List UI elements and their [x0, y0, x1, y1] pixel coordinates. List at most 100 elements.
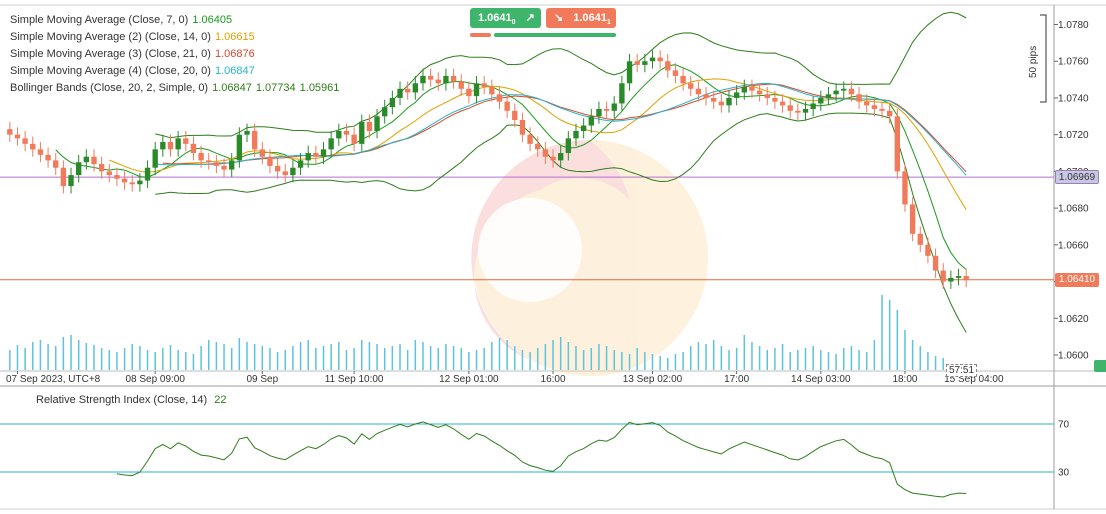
candle-body — [420, 75, 426, 84]
volume-bar — [284, 350, 287, 370]
volume-bar — [820, 350, 822, 370]
candle-body — [787, 105, 793, 111]
volume-bar — [368, 342, 371, 370]
time-tick-label: 08 Sep 09:00 — [125, 374, 185, 385]
volume-bar — [705, 344, 707, 370]
candle-body — [886, 110, 893, 117]
volume-bar — [100, 348, 103, 370]
candle-body — [267, 156, 273, 166]
volume-bar — [483, 348, 485, 370]
candle-body — [481, 83, 487, 87]
candle-body — [137, 180, 143, 185]
time-tick-label: 16:00 — [541, 374, 566, 385]
price-tick-label: 1.0780 — [1058, 20, 1089, 31]
volume-bar — [827, 352, 830, 370]
volume-bar — [559, 337, 562, 370]
candle-body — [274, 165, 281, 172]
volume-bar — [261, 346, 264, 370]
sell-button[interactable]: ↘ 1.06411 — [546, 8, 616, 28]
volume-bar — [422, 342, 424, 370]
candle-body — [565, 138, 572, 154]
volume-bar — [47, 344, 49, 370]
price-tick-label: 1.0740 — [1058, 93, 1089, 104]
candle-body — [320, 149, 327, 157]
candle-body — [404, 88, 411, 93]
candle-body — [733, 92, 740, 98]
volume-bar — [552, 340, 554, 370]
legend-bollinger[interactable]: Bollinger Bands (Close, 20, 2, Simple, 0… — [10, 80, 339, 97]
candle-body — [496, 94, 503, 102]
time-tick-label: 18:00 — [892, 374, 917, 385]
candle-body — [856, 94, 862, 102]
candle-body — [106, 171, 112, 176]
volume-bar — [529, 352, 531, 370]
volume-bar — [162, 348, 164, 370]
volume-bar — [207, 340, 210, 370]
candle-body — [351, 134, 357, 144]
candle-body — [175, 138, 181, 150]
candle-body — [871, 105, 878, 109]
candle-body — [382, 107, 388, 117]
rsi-level-label: 30 — [1058, 468, 1070, 479]
candle-body — [619, 83, 625, 104]
volume-bar — [383, 348, 386, 370]
time-tick-label: 14 Sep 03:00 — [791, 374, 851, 385]
legend-sma-14[interactable]: Simple Moving Average (2) (Close, 14, 0)… — [10, 29, 339, 46]
volume-bar — [636, 348, 638, 370]
candle-body — [83, 156, 90, 163]
candle-body — [366, 121, 373, 132]
candle-body — [229, 160, 235, 170]
volume-bar — [911, 340, 914, 370]
volume-bar — [598, 344, 600, 370]
candle-body — [695, 88, 702, 95]
volume-bar — [414, 340, 417, 370]
horizontal-line-price-tag[interactable]: 1.06969 — [1055, 170, 1099, 185]
volume-bar — [215, 342, 218, 370]
sell-sentiment-bar — [470, 33, 491, 37]
candle-body — [512, 110, 518, 120]
volume-bar — [521, 350, 524, 370]
volume-bar — [169, 345, 172, 370]
candle-body — [198, 153, 204, 161]
legend-sma-7[interactable]: Simple Moving Average (Close, 7, 0) 1.064… — [10, 12, 339, 29]
volume-bar — [536, 348, 539, 370]
candle-body — [183, 138, 189, 144]
volume-bar — [146, 350, 149, 370]
candle-body — [657, 57, 663, 62]
candle-body — [818, 97, 824, 104]
volume-bar — [292, 346, 294, 370]
volume-bar — [322, 346, 325, 370]
volume-bar — [24, 348, 26, 370]
volume-bar — [192, 354, 195, 370]
candle-body — [37, 149, 44, 155]
candle-body — [634, 61, 640, 65]
volume-bar — [781, 344, 784, 370]
volume-bar — [307, 340, 309, 370]
candle-body — [932, 255, 939, 271]
candle-body — [121, 178, 128, 183]
volume-bar — [582, 350, 585, 370]
candle-body — [98, 164, 105, 172]
candle-body — [305, 153, 311, 161]
volume-bar — [865, 352, 868, 370]
volume-bar — [904, 330, 906, 370]
volume-bar — [315, 348, 317, 370]
candle-body — [53, 160, 59, 168]
volume-bar — [942, 358, 944, 370]
legend-sma-20[interactable]: Simple Moving Average (4) (Close, 20, 0)… — [10, 63, 339, 80]
volume-bar — [93, 345, 95, 370]
volume-bar — [605, 346, 608, 370]
rsi-legend[interactable]: Relative Strength Index (Close, 14) 22 — [36, 394, 227, 406]
candle-body — [535, 143, 541, 150]
volume-bar — [253, 344, 256, 370]
candle-body — [642, 61, 648, 65]
volume-bar — [712, 340, 715, 370]
legend-sma-21[interactable]: Simple Moving Average (3) (Close, 21, 0)… — [10, 46, 339, 63]
buy-button[interactable]: 1.06410 ↗ — [470, 8, 541, 28]
candle-body — [129, 182, 135, 185]
candle-body — [489, 86, 495, 95]
candle — [894, 108, 900, 179]
volume-bar — [445, 344, 447, 370]
rsi-level-label: 70 — [1058, 420, 1070, 431]
volume-bar — [108, 350, 111, 370]
